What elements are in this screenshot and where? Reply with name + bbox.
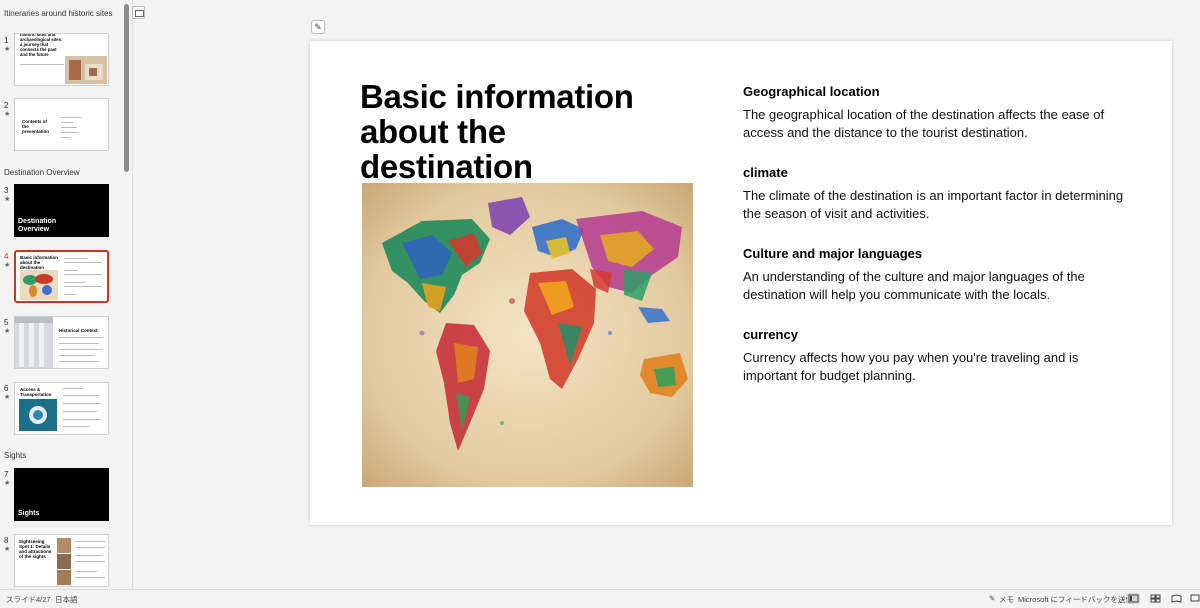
copilot-icon[interactable]: ✎ (311, 20, 325, 34)
slide-number: 1 ★ (4, 36, 11, 53)
slide-thumbnail-2[interactable]: Contents of the presentation (14, 98, 109, 151)
world-map-image[interactable] (362, 183, 693, 487)
star-icon: ★ (4, 46, 11, 53)
section-header[interactable]: Sights (4, 451, 26, 460)
powerpoint-window: Itineraries around historic sites 1 ★ his… (0, 0, 1200, 608)
star-icon: ★ (4, 262, 11, 269)
slide-thumbnail-panel[interactable]: Itineraries around historic sites 1 ★ his… (0, 0, 133, 589)
thumbnail-title: historic sites and archaeological sites:… (20, 33, 63, 57)
topic-heading: currency (743, 327, 798, 342)
reading-view-button[interactable] (1170, 593, 1183, 604)
section-header[interactable]: Itineraries around historic sites (4, 9, 113, 18)
topic-body: An understanding of the culture and majo… (743, 269, 1085, 302)
slide-number: 7 ★ (4, 470, 11, 487)
slide-count[interactable]: スライド4/27 (6, 594, 51, 605)
topic-body: The climate of the destination is an imp… (743, 188, 1124, 221)
normal-view-button[interactable] (1127, 593, 1140, 604)
star-icon: ★ (4, 328, 11, 335)
topic-currency[interactable]: currency Currency affects how you pay wh… (743, 327, 1133, 385)
slide-number: 5 ★ (4, 318, 11, 335)
slide-number: 6 ★ (4, 384, 11, 401)
slide-thumbnail-3[interactable]: Destination Overview (14, 184, 109, 237)
topic-heading: climate (743, 165, 788, 180)
topic-climate[interactable]: climate The climate of the destination i… (743, 165, 1133, 223)
slide-number: 4 ★ (4, 252, 11, 269)
slide-thumbnail-4[interactable]: Basic information about the destination (14, 250, 109, 303)
topic-culture-languages[interactable]: Culture and major languages An understan… (743, 246, 1133, 304)
thumbnail-image (15, 317, 53, 368)
section-header[interactable]: Destination Overview (4, 168, 80, 177)
panel-toggle-icon[interactable] (132, 6, 145, 19)
thumbnail-image (65, 56, 107, 84)
star-icon: ★ (4, 480, 11, 487)
slide-canvas[interactable]: Basic information about the destination (310, 41, 1172, 525)
thumbnail-title: Sightseeing Spot 1: Details and attracti… (19, 539, 52, 559)
thumbnail-title: Destination Overview (18, 218, 57, 233)
notes-button[interactable]: メモ (999, 594, 1014, 605)
star-icon: ★ (4, 111, 11, 118)
panel-scrollbar[interactable] (124, 4, 129, 172)
language-indicator[interactable]: 日本語 (55, 594, 78, 605)
thumbnail-title: Contents of the presentation (22, 119, 50, 134)
slide-thumbnail-7[interactable]: Sights (14, 468, 109, 521)
slide-thumbnail-8[interactable]: Sightseeing Spot 1: Details and attracti… (14, 534, 109, 587)
topic-body: The geographical location of the destina… (743, 107, 1105, 140)
thumbnail-image (19, 399, 57, 431)
slide-number: 2 ★ (4, 101, 11, 118)
topic-geographical-location[interactable]: Geographical location The geographical l… (743, 84, 1133, 142)
slide-number: 8 ★ (4, 536, 11, 553)
slide-title[interactable]: Basic information about the destination (360, 79, 680, 184)
slide-thumbnail-1[interactable]: historic sites and archaeological sites:… (14, 33, 109, 86)
thumbnail-image (57, 538, 71, 585)
topic-heading: Geographical location (743, 84, 880, 99)
star-icon: ★ (4, 394, 11, 401)
star-icon: ★ (4, 546, 11, 553)
thumbnail-image (20, 270, 58, 300)
slide-thumbnail-5[interactable]: Historical Context (14, 316, 109, 369)
slide-number: 3 ★ (4, 186, 11, 203)
star-icon: ★ (4, 196, 11, 203)
thumbnail-title: Sights (18, 510, 40, 517)
slideshow-button[interactable] (1190, 593, 1200, 604)
feedback-button[interactable]: Microsoft にフィードバックを送信 (1018, 594, 1133, 605)
thumbnail-title: Access & Transportation (20, 387, 52, 397)
slide-thumbnail-6[interactable]: Access & Transportation (14, 382, 109, 435)
slide-sorter-button[interactable] (1149, 593, 1162, 604)
thumbnail-title: Historical Context (59, 328, 98, 333)
topic-heading: Culture and major languages (743, 246, 923, 261)
status-bar: スライド4/27 日本語 ✎ メモ Microsoft にフィードバックを送信 (0, 589, 1200, 608)
topic-body: Currency affects how you pay when you're… (743, 350, 1079, 383)
thumbnail-title: Basic information about the destination (20, 255, 59, 270)
notes-icon[interactable]: ✎ (989, 594, 995, 603)
